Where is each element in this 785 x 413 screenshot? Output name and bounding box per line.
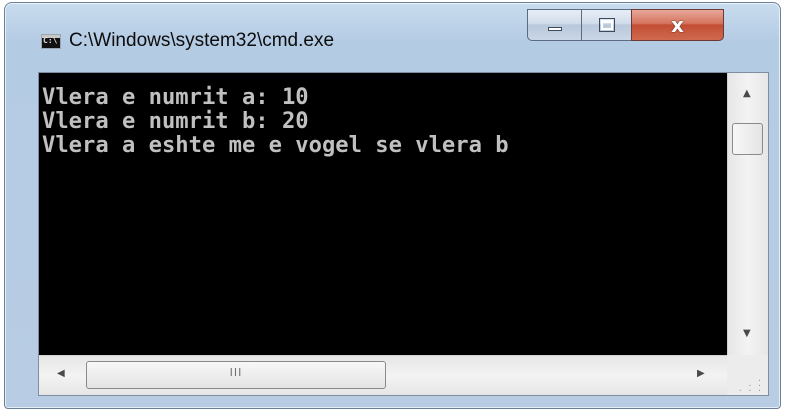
console-window: C:\ C:\Windows\system32\cmd.exe x Vlera …	[4, 2, 781, 409]
maximize-icon	[599, 18, 615, 32]
minimize-button[interactable]	[527, 9, 581, 41]
minimize-icon	[548, 27, 562, 31]
scroll-down-arrow-icon[interactable]: ▼	[743, 328, 751, 339]
vertical-scroll-thumb[interactable]	[732, 123, 763, 155]
horizontal-scroll-thumb[interactable]: III	[86, 361, 386, 389]
scroll-left-arrow-icon[interactable]: ◀	[57, 368, 65, 379]
close-button[interactable]: x	[631, 9, 724, 41]
scroll-grip-icon: III	[229, 366, 243, 379]
console-line-1: Vlera e numrit a: 10	[42, 84, 309, 110]
console-line-3: Vlera a eshte me e vogel se vlera b	[42, 132, 509, 158]
scroll-right-arrow-icon[interactable]: ▶	[697, 368, 705, 379]
maximize-button[interactable]	[581, 9, 631, 41]
console-app-icon[interactable]: C:\	[41, 34, 61, 49]
horizontal-scrollbar[interactable]: ◀ III ▶	[39, 355, 727, 395]
resize-grip[interactable]: . . . . . .	[727, 355, 768, 395]
console-app-icon-text: C:\	[43, 36, 58, 45]
close-icon: x	[671, 13, 684, 37]
resize-grip-icon: . . . . . .	[737, 374, 762, 393]
scroll-up-arrow-icon[interactable]: ▲	[743, 88, 751, 99]
console-client-area: Vlera e numrit a: 10 Vlera e numrit b: 2…	[38, 72, 769, 396]
console-output[interactable]: Vlera e numrit a: 10 Vlera e numrit b: 2…	[39, 73, 727, 355]
caption-buttons: x	[527, 9, 724, 41]
vertical-scrollbar[interactable]: ▲ ▼	[727, 73, 768, 355]
console-line-2: Vlera e numrit b: 20	[42, 108, 309, 134]
window-title: C:\Windows\system32\cmd.exe	[69, 30, 335, 51]
